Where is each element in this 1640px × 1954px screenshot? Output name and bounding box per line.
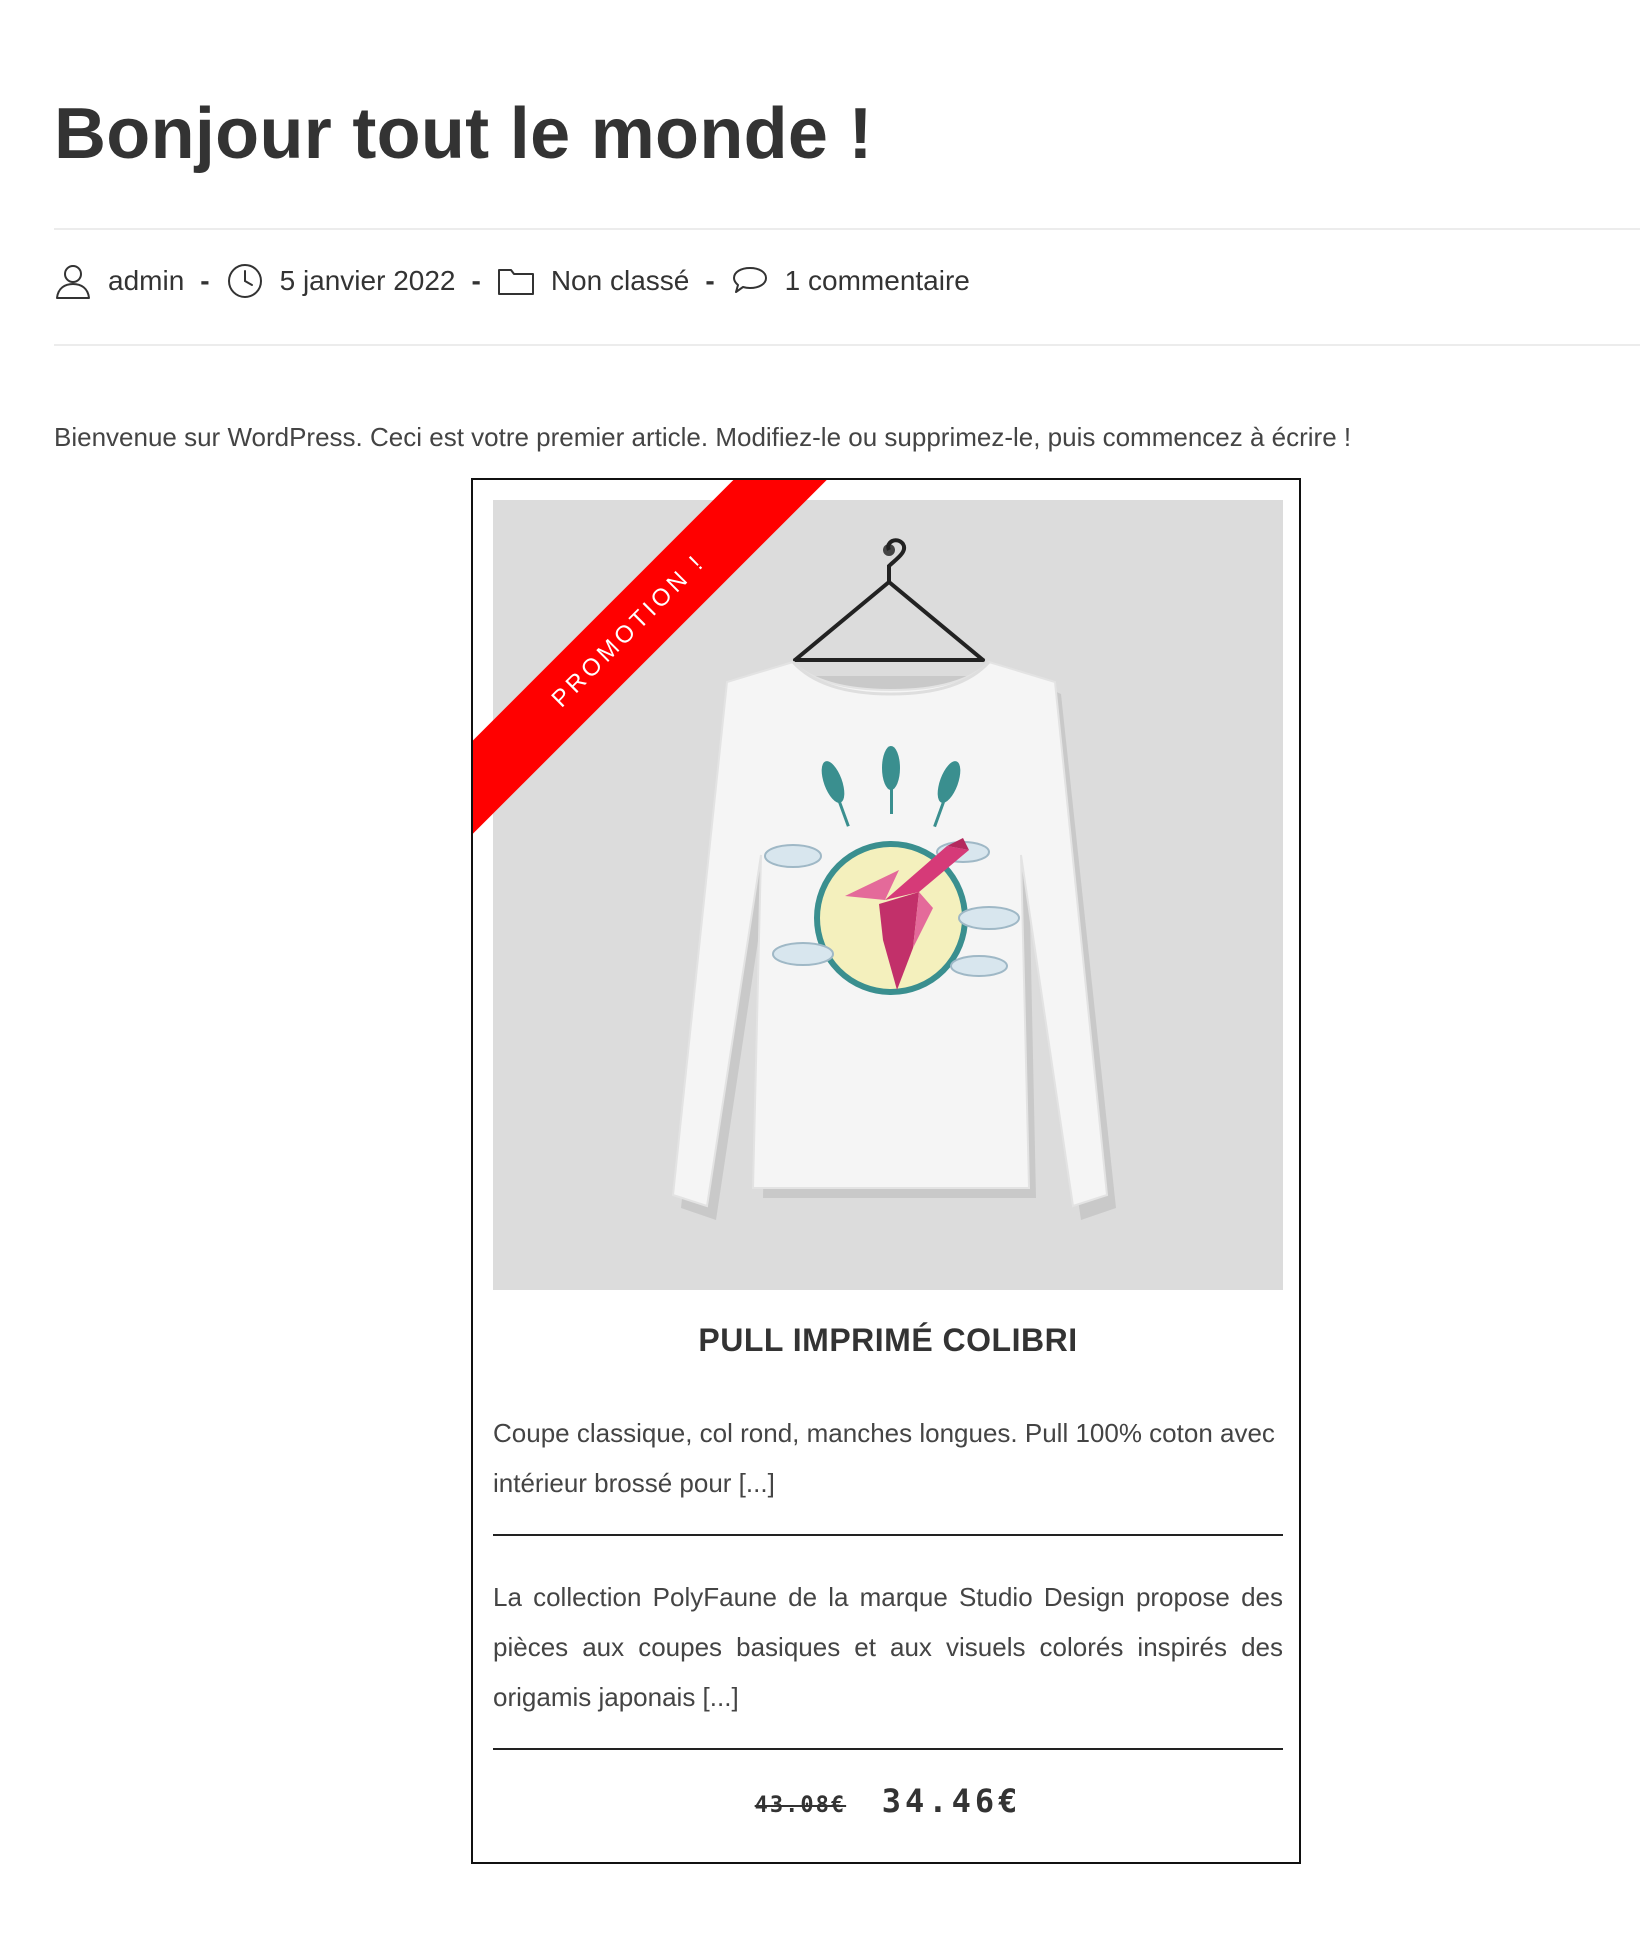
meta-author[interactable]: admin xyxy=(54,262,184,300)
product-card: PROMOTION ! PULL IMPRIMÉ COLIBRI Coupe c… xyxy=(471,478,1301,1864)
post-intro: Bienvenue sur WordPress. Ceci est votre … xyxy=(54,422,1352,452)
post-meta: admin - 5 janvier 2022 - Non classé - 1 … xyxy=(54,256,970,306)
comments-link[interactable]: 1 commentaire xyxy=(785,265,970,297)
old-price: 43.08€ xyxy=(754,1793,847,1818)
divider xyxy=(54,344,1640,346)
divider xyxy=(54,228,1640,230)
folder-icon xyxy=(497,262,535,300)
divider xyxy=(493,1534,1283,1536)
meta-separator: - xyxy=(705,265,715,296)
post-title: Bonjour tout le monde ! xyxy=(54,94,873,174)
sale-price: 34.46€ xyxy=(881,1782,1022,1820)
meta-date: 5 janvier 2022 xyxy=(226,262,456,300)
divider xyxy=(493,1748,1283,1750)
meta-comments[interactable]: 1 commentaire xyxy=(731,262,970,300)
category-link[interactable]: Non classé xyxy=(551,265,690,297)
product-title[interactable]: PULL IMPRIMÉ COLIBRI xyxy=(493,1322,1283,1359)
clock-icon xyxy=(226,262,264,300)
comment-icon xyxy=(731,262,769,300)
product-long-description: La collection PolyFaune de la marque Stu… xyxy=(493,1582,1283,1712)
meta-separator: - xyxy=(200,265,210,296)
meta-separator: - xyxy=(471,265,481,296)
meta-category[interactable]: Non classé xyxy=(497,262,690,300)
author-link[interactable]: admin xyxy=(108,265,184,297)
post-date: 5 janvier 2022 xyxy=(279,265,456,296)
product-prices: 43.08€ 34.46€ xyxy=(493,1782,1283,1820)
product-short-description: Coupe classique, col rond, manches longu… xyxy=(493,1418,1275,1498)
user-icon xyxy=(54,262,92,300)
